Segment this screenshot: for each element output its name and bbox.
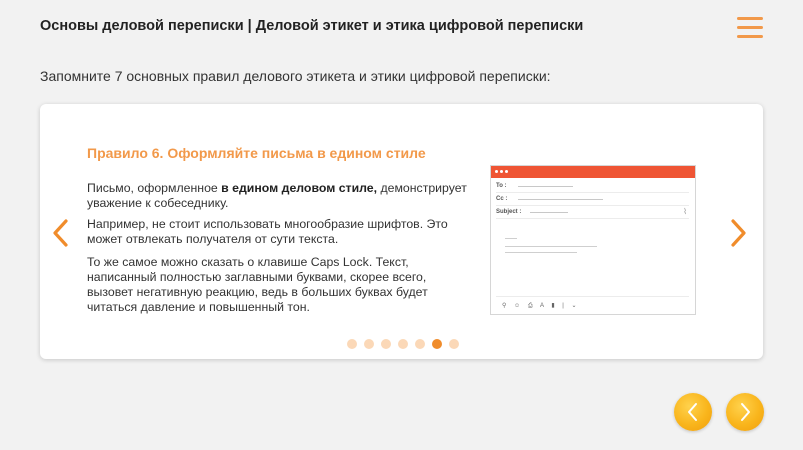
email-subject-label: Subject : xyxy=(496,209,522,215)
slide-next-arrow[interactable] xyxy=(727,218,749,248)
p1-text: Письмо, оформленное xyxy=(87,181,222,195)
chevron-left-icon xyxy=(53,219,68,247)
hamburger-menu-icon[interactable] xyxy=(737,15,763,39)
email-to-label: To : xyxy=(496,183,507,189)
menu-line xyxy=(737,17,763,20)
carousel-dot[interactable] xyxy=(398,339,408,349)
email-to-row: To : xyxy=(496,180,689,193)
email-cc-row: Cc : xyxy=(496,193,689,206)
carousel-dot[interactable] xyxy=(347,339,357,349)
menu-line xyxy=(737,35,763,38)
chevron-right-icon xyxy=(741,403,750,421)
rule-paragraph-1: Письмо, оформленное в едином деловом сти… xyxy=(87,181,467,211)
rule-paragraph-3: То же самое можно сказать о клавише Caps… xyxy=(87,255,428,314)
menu-line xyxy=(737,26,763,29)
slide-prev-arrow[interactable] xyxy=(50,218,72,248)
email-window-bar xyxy=(491,166,695,178)
carousel-dot[interactable] xyxy=(381,339,391,349)
rule-title: Правило 6. Оформляйте письма в едином ст… xyxy=(87,145,426,161)
carousel-dot[interactable] xyxy=(449,339,459,349)
rule-paragraph-2: Например, не стоит использовать многообр… xyxy=(87,217,448,246)
page-title: Основы деловой переписки | Деловой этике… xyxy=(40,18,584,34)
chevron-right-icon xyxy=(731,219,746,247)
email-subject-row: Subject : ⌇ xyxy=(496,206,689,219)
email-toolbar: ⚲ ☺ ⎙ A ▮ | ⌄ xyxy=(496,296,689,314)
carousel-dot[interactable] xyxy=(364,339,374,349)
next-page-button[interactable] xyxy=(726,393,764,431)
email-cc-label: Cc : xyxy=(496,196,508,202)
lesson-subtitle: Запомните 7 основных правил делового эти… xyxy=(40,68,551,84)
slide-card: Правило 6. Оформляйте письма в едином ст… xyxy=(40,104,763,359)
carousel-dot-active[interactable] xyxy=(432,339,442,349)
email-illustration: To : Cc : Subject : ⌇ ⚲ ☺ ⎙ A ▮ | ⌄ xyxy=(490,165,696,315)
chevron-left-icon xyxy=(688,403,697,421)
paperclip-icon: ⌇ xyxy=(683,207,687,216)
carousel-dot[interactable] xyxy=(415,339,425,349)
prev-page-button[interactable] xyxy=(674,393,712,431)
carousel-dots xyxy=(347,339,459,349)
p1-bold-text: в едином деловом стиле, xyxy=(221,181,378,195)
